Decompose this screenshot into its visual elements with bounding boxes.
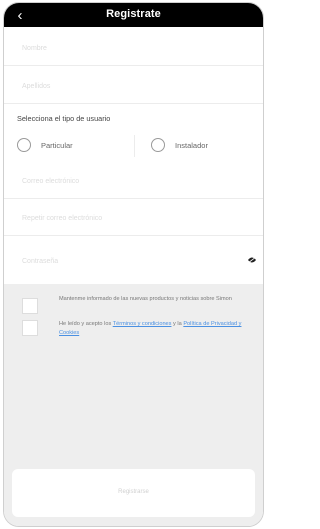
first-name-placeholder: Nombre bbox=[22, 45, 47, 52]
phone-frame: ‹ Registrate Nombre Apellidos Selecciona… bbox=[3, 2, 264, 527]
last-name-placeholder: Apellidos bbox=[22, 83, 51, 90]
terms-link[interactable]: Términos y condiciones bbox=[113, 321, 172, 327]
terms-text: He leído y acepto los Términos y condici… bbox=[59, 320, 254, 337]
submit-button[interactable]: Registrarse bbox=[12, 489, 255, 495]
submit-card: Registrarse bbox=[12, 469, 255, 517]
radio-particular[interactable]: Particular bbox=[17, 136, 73, 154]
first-name-field[interactable]: Nombre bbox=[4, 33, 263, 66]
newsletter-checkbox[interactable] bbox=[22, 298, 38, 314]
password-placeholder: Contraseña bbox=[22, 258, 59, 265]
radio-divider bbox=[134, 135, 135, 157]
email-placeholder: Correo electrónico bbox=[22, 178, 80, 185]
page-title: Registrate bbox=[106, 8, 161, 20]
password-field[interactable]: Contraseña bbox=[4, 246, 263, 279]
email-field[interactable]: Correo electrónico bbox=[4, 166, 263, 199]
terms-prefix: He leído y acepto los bbox=[59, 321, 112, 327]
radio-instalador[interactable]: Instalador bbox=[151, 136, 208, 154]
terms-middle: y la bbox=[173, 321, 182, 327]
newsletter-text: Mantenme informado de las nuevas product… bbox=[59, 296, 232, 302]
radio-circle-icon[interactable] bbox=[17, 138, 31, 152]
radio-particular-label: Particular bbox=[41, 140, 73, 150]
repeat-email-placeholder: Repetir correo electrónico bbox=[22, 215, 103, 222]
radio-circle-icon[interactable] bbox=[151, 138, 165, 152]
last-name-field[interactable]: Apellidos bbox=[4, 71, 263, 104]
eye-icon[interactable] bbox=[247, 256, 257, 264]
terms-checkbox[interactable] bbox=[22, 320, 38, 336]
repeat-email-field[interactable]: Repetir correo electrónico bbox=[4, 203, 263, 236]
radio-instalador-label: Instalador bbox=[175, 140, 208, 150]
user-type-label: Selecciona el tipo de usuario bbox=[17, 114, 111, 123]
header-bar: ‹ Registrate bbox=[4, 3, 263, 27]
